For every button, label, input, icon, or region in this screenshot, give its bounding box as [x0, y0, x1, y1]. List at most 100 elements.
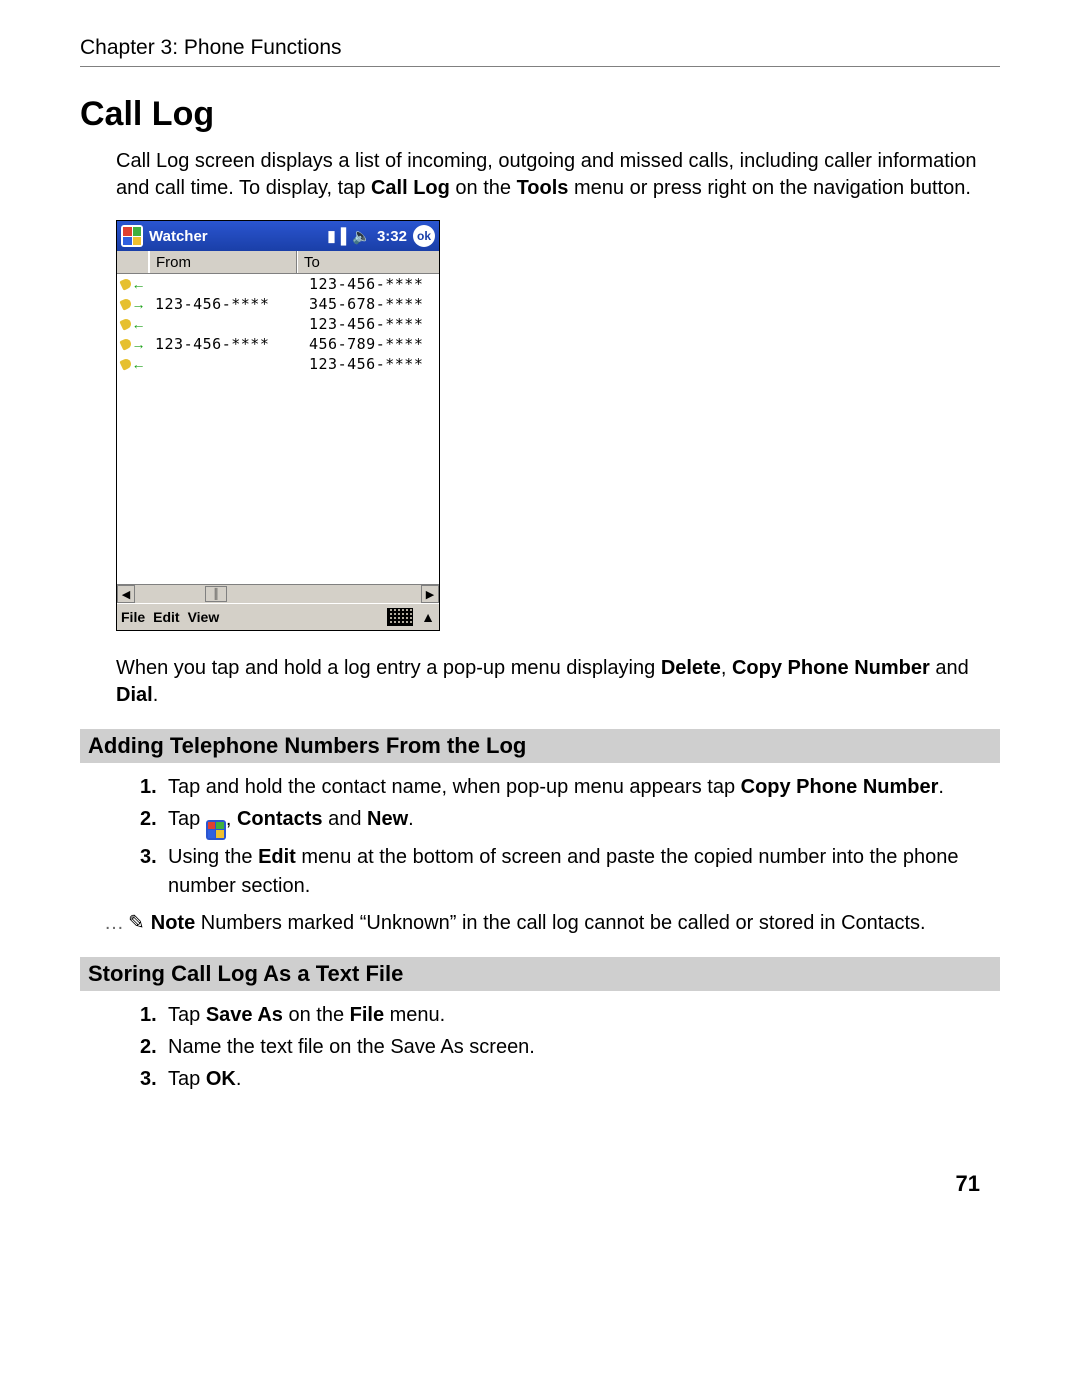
step-number: 2. — [140, 1033, 168, 1062]
list-step: 3. Using the Edit menu at the bottom of … — [140, 843, 1000, 901]
outgoing-arrow-icon: → — [132, 336, 146, 352]
scroll-right-icon[interactable]: ▶ — [421, 585, 439, 603]
page-title: Call Log — [80, 95, 1000, 134]
page-number: 71 — [956, 1171, 980, 1197]
list-step: 2. Tap , Contacts and New. — [140, 805, 1000, 840]
note: … ✎ Note Numbers marked “Unknown” in the… — [104, 909, 1000, 937]
text: . — [236, 1068, 242, 1090]
text-bold: OK — [206, 1068, 236, 1090]
app-name: Watcher — [149, 228, 208, 245]
phone-icon — [119, 357, 132, 370]
keyboard-icon[interactable] — [387, 608, 413, 626]
phone-icon — [119, 277, 132, 290]
cell-to: 123-456-**** — [303, 275, 439, 293]
up-arrow-icon[interactable]: ▲ — [421, 609, 435, 625]
list-item[interactable]: → 123-456-**** 456-789-**** — [117, 334, 439, 354]
text: When you tap and hold a log entry a pop-… — [116, 657, 661, 679]
storing-steps-list: 1. Tap Save As on the File menu. 2. Name… — [140, 1001, 1000, 1094]
text: . — [938, 776, 944, 798]
list-step: 2. Name the text file on the Save As scr… — [140, 1033, 1000, 1062]
list-step: 1. Tap and hold the contact name, when p… — [140, 773, 1000, 802]
chapter-header: Chapter 3: Phone Functions — [80, 36, 1000, 67]
text-bold: Copy Phone Number — [741, 776, 939, 798]
text-bold: Contacts — [237, 808, 323, 830]
incoming-arrow-icon: ← — [132, 356, 146, 372]
start-icon — [206, 820, 226, 840]
text: and — [323, 808, 367, 830]
section-heading-storing: Storing Call Log As a Text File — [80, 957, 1000, 991]
text-bold: Copy Phone Number — [732, 657, 930, 679]
note-label: Note — [151, 912, 195, 934]
text: Name the text file on the Save As screen… — [168, 1033, 535, 1062]
text: , — [226, 808, 237, 830]
cell-from: 123-456-**** — [149, 335, 303, 353]
section-heading-adding: Adding Telephone Numbers From the Log — [80, 729, 1000, 763]
text: Tap and hold the contact name, when pop-… — [168, 776, 741, 798]
after-screenshot-paragraph: When you tap and hold a log entry a pop-… — [116, 655, 1000, 709]
list-step: 3. Tap OK. — [140, 1065, 1000, 1094]
text: menu or press right on the navigation bu… — [568, 177, 970, 199]
menu-view[interactable]: View — [188, 609, 220, 625]
list-item[interactable]: ← 123-456-**** — [117, 314, 439, 334]
ok-button[interactable]: ok — [413, 225, 435, 247]
list-item[interactable]: → 123-456-**** 345-678-**** — [117, 294, 439, 314]
intro-paragraph: Call Log screen displays a list of incom… — [116, 148, 1000, 202]
cell-from: 123-456-**** — [149, 295, 303, 313]
text: , — [721, 657, 732, 679]
note-icon: … ✎ — [104, 909, 145, 937]
menu-edit[interactable]: Edit — [153, 609, 179, 625]
outgoing-arrow-icon: → — [132, 296, 146, 312]
cell-to: 123-456-**** — [303, 355, 439, 373]
text: menu. — [384, 1004, 445, 1026]
step-number: 1. — [140, 773, 168, 802]
text: and — [930, 657, 969, 679]
phone-icon — [119, 337, 132, 350]
phone-icon — [119, 317, 132, 330]
column-headers: From To — [117, 251, 439, 274]
scroll-track[interactable]: ║ — [135, 585, 421, 603]
step-number: 2. — [140, 805, 168, 840]
scroll-left-icon[interactable]: ◀ — [117, 585, 135, 603]
scroll-thumb[interactable]: ║ — [205, 586, 227, 602]
titlebar: Watcher ▮▐ 🔈 3:32 ok — [117, 221, 439, 251]
document-page: Chapter 3: Phone Functions Call Log Call… — [0, 0, 1080, 1397]
text-bold: Delete — [661, 657, 721, 679]
horizontal-scrollbar[interactable]: ◀ ║ ▶ — [117, 584, 439, 603]
note-text: Numbers marked “Unknown” in the call log… — [195, 912, 925, 934]
call-log-list: ← 123-456-**** → 123-456-**** 345-678-**… — [117, 274, 439, 584]
step-number: 1. — [140, 1001, 168, 1030]
adding-steps-list: 1. Tap and hold the contact name, when p… — [140, 773, 1000, 901]
text-bold: Save As — [206, 1004, 283, 1026]
list-item[interactable]: ← 123-456-**** — [117, 354, 439, 374]
screenshot-window: Watcher ▮▐ 🔈 3:32 ok From To ← 123-456-*… — [116, 220, 440, 631]
text: . — [153, 684, 159, 706]
clock: 3:32 — [377, 228, 407, 245]
text: on the — [450, 177, 517, 199]
text: Tap — [168, 1068, 206, 1090]
step-number: 3. — [140, 1065, 168, 1094]
text-bold: Dial — [116, 684, 153, 706]
cell-to: 345-678-**** — [303, 295, 439, 313]
pencil-icon: ✎ — [128, 909, 145, 937]
start-icon[interactable] — [121, 225, 143, 247]
list-step: 1. Tap Save As on the File menu. — [140, 1001, 1000, 1030]
cell-to: 123-456-**** — [303, 315, 439, 333]
signal-icon: ▮▐ — [327, 227, 346, 245]
column-header-to[interactable]: To — [297, 251, 439, 273]
incoming-arrow-icon: ← — [132, 316, 146, 332]
text-bold: Tools — [517, 177, 569, 199]
phone-icon — [119, 297, 132, 310]
column-header-from[interactable]: From — [149, 251, 297, 273]
text-bold: File — [350, 1004, 384, 1026]
text: Tap — [168, 808, 206, 830]
text-bold: Call Log — [371, 177, 450, 199]
column-header-icon[interactable] — [117, 251, 149, 273]
list-item[interactable]: ← 123-456-**** — [117, 274, 439, 294]
cell-to: 456-789-**** — [303, 335, 439, 353]
speaker-icon: 🔈 — [352, 227, 371, 245]
incoming-arrow-icon: ← — [132, 276, 146, 292]
text-bold: New — [367, 808, 408, 830]
menu-file[interactable]: File — [121, 609, 145, 625]
text: Tap — [168, 1004, 206, 1026]
bottom-menubar: File Edit View ▲ — [117, 603, 439, 630]
